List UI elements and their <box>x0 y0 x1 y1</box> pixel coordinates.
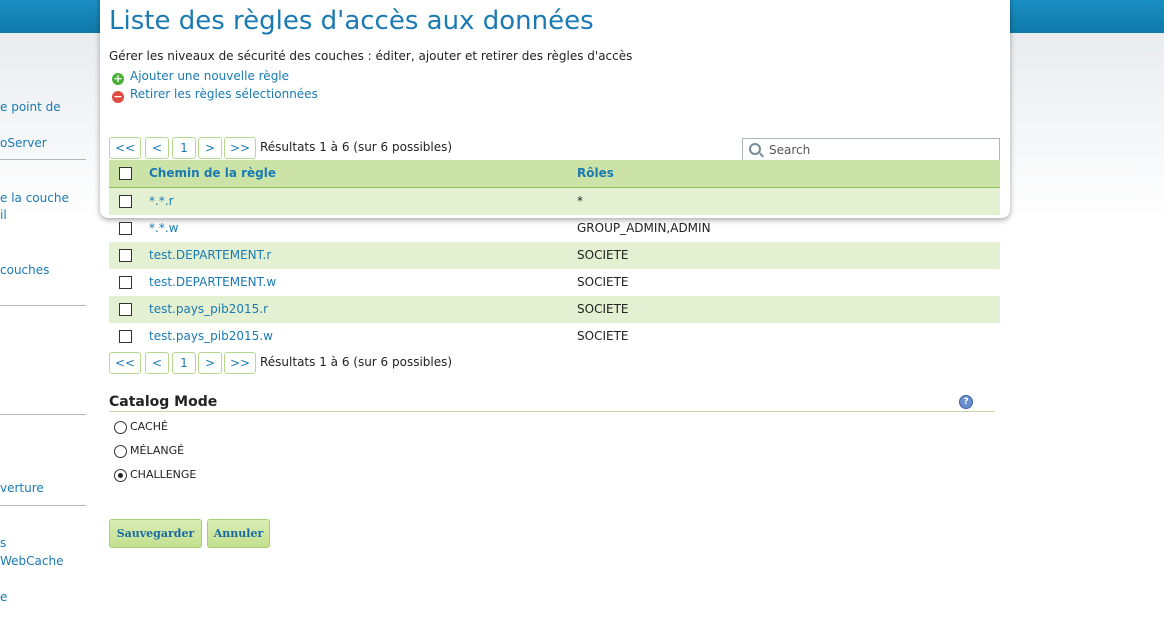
rule-path-link[interactable]: test.pays_pib2015.w <box>149 329 273 343</box>
row-checkbox[interactable] <box>119 303 132 316</box>
pager-first-button[interactable]: << <box>109 352 141 374</box>
column-header-roles[interactable]: Rôles <box>577 166 614 180</box>
table-row: test.pays_pib2015.r SOCIETE <box>109 296 1000 323</box>
radio-button[interactable] <box>114 421 127 434</box>
rule-roles: SOCIETE <box>577 248 629 262</box>
rule-roles: * <box>577 194 583 208</box>
pager-prev-button[interactable]: < <box>145 137 169 159</box>
rule-roles: SOCIETE <box>577 302 629 316</box>
rule-roles: SOCIETE <box>577 329 629 343</box>
page-title: Liste des règles d'accès aux données <box>109 6 594 36</box>
table-row: *.*.r * <box>109 188 1000 215</box>
page-description: Gérer les niveaux de sécurité des couche… <box>109 49 633 63</box>
column-header-path[interactable]: Chemin de la règle <box>149 166 276 180</box>
pager-info: Résultats 1 à 6 (sur 6 possibles) <box>260 355 453 369</box>
radio-button-selected[interactable] <box>114 469 127 482</box>
row-checkbox[interactable] <box>119 330 132 343</box>
main-content: Liste des règles d'accès aux données Gér… <box>0 0 1164 628</box>
rule-path-link[interactable]: test.DEPARTEMENT.w <box>149 275 276 289</box>
remove-rules-label: Retirer les règles sélectionnées <box>130 87 318 101</box>
pager-next-button[interactable]: > <box>198 137 222 159</box>
row-checkbox[interactable] <box>119 222 132 235</box>
table-header: Chemin de la règle Rôles <box>109 160 1000 188</box>
radio-label: MÉLANGÉ <box>130 444 185 457</box>
row-checkbox[interactable] <box>119 249 132 262</box>
cancel-button[interactable]: Annuler <box>207 519 270 548</box>
rule-path-link[interactable]: *.*.r <box>149 194 174 208</box>
pager-page-1[interactable]: 1 <box>172 352 196 374</box>
pager-prev-button[interactable]: < <box>145 352 169 374</box>
add-rule-link[interactable]: + Ajouter une nouvelle règle <box>112 69 289 85</box>
pager-first-button[interactable]: << <box>109 137 141 159</box>
search-input[interactable] <box>767 141 997 159</box>
pager-last-button[interactable]: >> <box>224 137 256 159</box>
pager-info: Résultats 1 à 6 (sur 6 possibles) <box>260 140 453 154</box>
row-checkbox[interactable] <box>119 195 132 208</box>
rule-roles: GROUP_ADMIN,ADMIN <box>577 221 711 235</box>
remove-icon: − <box>112 90 124 103</box>
table-row: test.pays_pib2015.w SOCIETE <box>109 323 1000 350</box>
radio-label: CACHÉ <box>130 420 168 433</box>
table-row: *.*.w GROUP_ADMIN,ADMIN <box>109 215 1000 242</box>
add-icon: + <box>112 72 124 85</box>
rule-path-link[interactable]: *.*.w <box>149 221 178 235</box>
catalog-mode-title: Catalog Mode <box>109 394 218 410</box>
search-icon <box>749 143 761 155</box>
select-all-checkbox[interactable] <box>119 167 132 180</box>
pager-last-button[interactable]: >> <box>224 352 256 374</box>
pager-page-1[interactable]: 1 <box>172 137 196 159</box>
remove-rules-link[interactable]: − Retirer les règles sélectionnées <box>112 87 318 103</box>
catalog-mode-divider <box>109 411 995 412</box>
add-rule-label: Ajouter une nouvelle règle <box>130 69 290 83</box>
search-box <box>742 138 1000 161</box>
table-row: test.DEPARTEMENT.w SOCIETE <box>109 269 1000 296</box>
table-row: test.DEPARTEMENT.r SOCIETE <box>109 242 1000 269</box>
pager-next-button[interactable]: > <box>198 352 222 374</box>
rule-path-link[interactable]: test.DEPARTEMENT.r <box>149 248 271 262</box>
save-button[interactable]: Sauvegarder <box>109 519 202 548</box>
row-checkbox[interactable] <box>119 276 132 289</box>
rule-roles: SOCIETE <box>577 275 629 289</box>
help-icon[interactable]: ? <box>959 395 973 409</box>
rule-path-link[interactable]: test.pays_pib2015.r <box>149 302 268 316</box>
radio-label: CHALLENGE <box>130 468 197 481</box>
radio-button[interactable] <box>114 445 127 458</box>
